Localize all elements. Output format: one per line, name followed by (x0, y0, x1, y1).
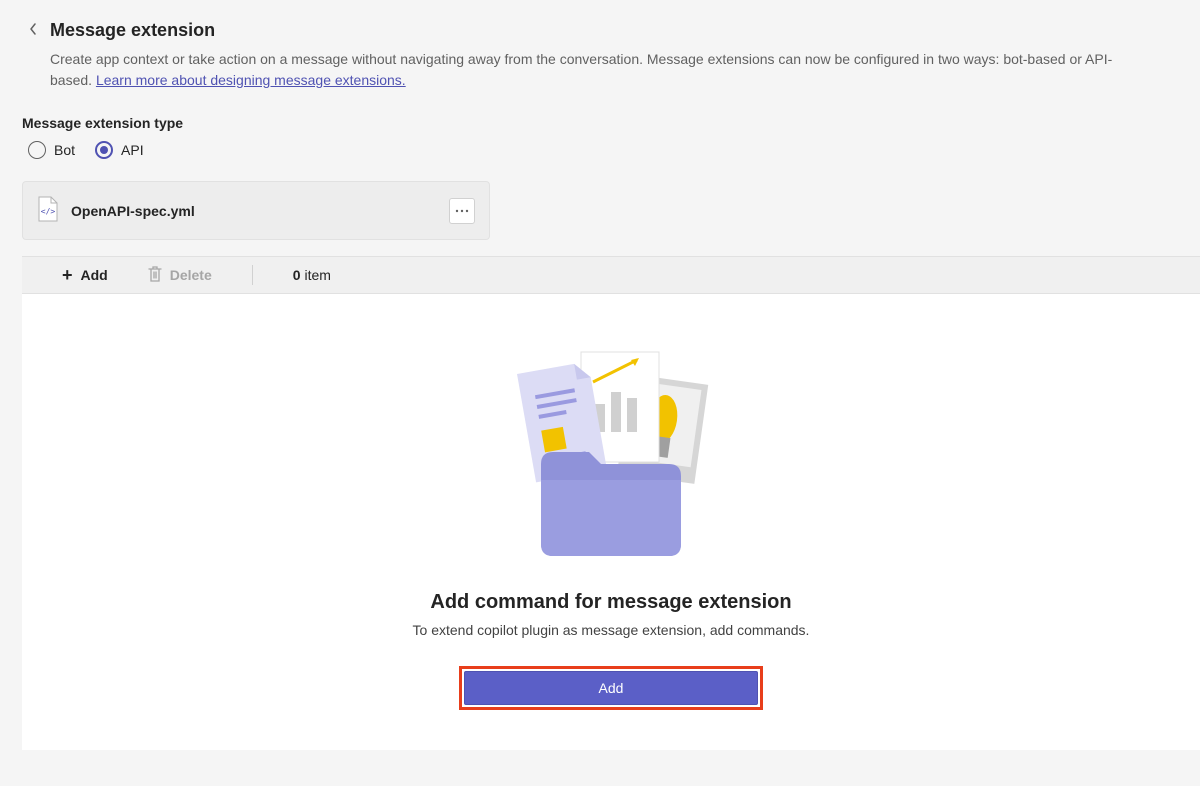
radio-checked-icon (95, 141, 113, 159)
radio-bot-label: Bot (54, 142, 75, 158)
radio-api-label: API (121, 142, 144, 158)
empty-state-title: Add command for message extension (430, 591, 791, 614)
radio-bot[interactable]: Bot (28, 141, 75, 159)
empty-state: Add command for message extension To ext… (22, 294, 1200, 750)
file-name: OpenAPI-spec.yml (71, 203, 437, 219)
toolbar-add-button[interactable]: + Add (62, 266, 108, 284)
command-toolbar: + Add Delete 0 item (22, 256, 1200, 294)
radio-unchecked-icon (28, 141, 46, 159)
add-button-highlight: Add (459, 666, 763, 710)
back-chevron-icon[interactable] (28, 22, 38, 40)
trash-icon (148, 266, 162, 285)
item-count-value: 0 (293, 267, 301, 283)
toolbar-delete-label: Delete (170, 267, 212, 283)
file-card[interactable]: </> OpenAPI-spec.yml (22, 181, 490, 240)
plus-icon: + (62, 266, 73, 284)
extension-type-label: Message extension type (0, 115, 1200, 131)
toolbar-separator (252, 265, 253, 285)
learn-more-link[interactable]: Learn more about designing message exten… (96, 72, 406, 88)
more-options-button[interactable] (449, 198, 475, 224)
item-count-unit: item (304, 267, 330, 283)
empty-folder-illustration (471, 344, 751, 591)
page-description: Create app context or take action on a m… (0, 49, 1200, 91)
toolbar-add-label: Add (81, 267, 108, 283)
empty-state-description: To extend copilot plugin as message exte… (413, 622, 810, 638)
extension-type-radio-group: Bot API (0, 141, 1200, 159)
svg-text:</>: </> (41, 207, 56, 216)
radio-api[interactable]: API (95, 141, 144, 159)
page-title: Message extension (50, 20, 215, 41)
add-command-button[interactable]: Add (464, 671, 758, 705)
item-count: 0 item (293, 267, 331, 283)
toolbar-delete-button: Delete (148, 266, 212, 285)
file-code-icon: </> (37, 196, 59, 225)
